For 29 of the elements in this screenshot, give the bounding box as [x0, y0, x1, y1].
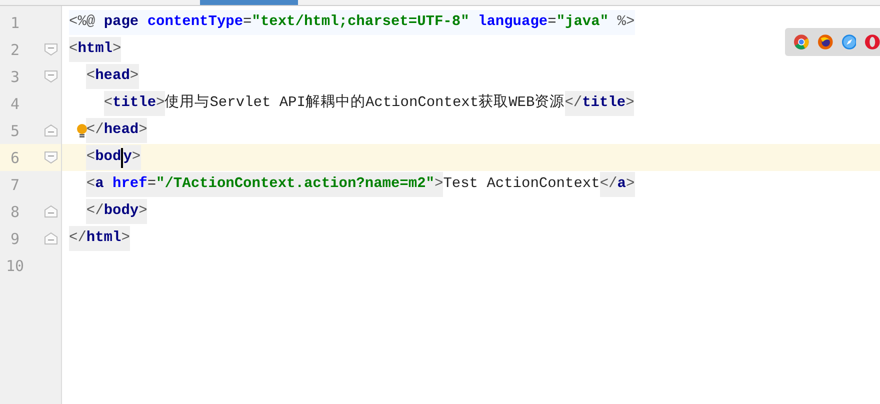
- line-number: 2: [9, 40, 21, 58]
- opera-icon[interactable]: [865, 34, 880, 50]
- firefox-icon[interactable]: [818, 34, 832, 50]
- line-number: 4: [9, 94, 21, 112]
- fold-icon[interactable]: [44, 232, 58, 245]
- code-line: <%@ page contentType="text/html;charset=UTF-8" language="java" %>: [69, 10, 635, 35]
- code-line: </html>: [69, 226, 130, 251]
- line-number: 8: [9, 202, 21, 220]
- fold-icon[interactable]: [44, 124, 58, 137]
- code-line: </head>: [69, 118, 148, 143]
- code-line: <html>: [69, 37, 122, 62]
- line-number: 7: [9, 176, 21, 194]
- line-number: 9: [9, 230, 21, 248]
- line-number: 10: [4, 256, 26, 274]
- code-line: <title>使用与Servlet API解耦中的ActionContext获取WEB资源</title>: [69, 91, 634, 116]
- compass-icon[interactable]: [842, 34, 856, 50]
- lightbulb-icon[interactable]: [76, 123, 88, 138]
- line-number: 3: [9, 68, 21, 86]
- code-line: <a href="/TActionContext.action?name=m2">Test ActionContext</a>: [69, 172, 635, 197]
- fold-icon[interactable]: [44, 205, 58, 218]
- code-line: </body>: [69, 199, 148, 224]
- fold-icon[interactable]: [44, 70, 58, 83]
- fold-icon[interactable]: [44, 43, 58, 56]
- line-number: 5: [9, 122, 21, 140]
- fold-icon[interactable]: [44, 151, 58, 164]
- line-number: 1: [9, 14, 21, 32]
- code-line: <bod y>: [69, 145, 141, 170]
- line-number: 6: [9, 148, 21, 166]
- chrome-icon[interactable]: [794, 34, 809, 50]
